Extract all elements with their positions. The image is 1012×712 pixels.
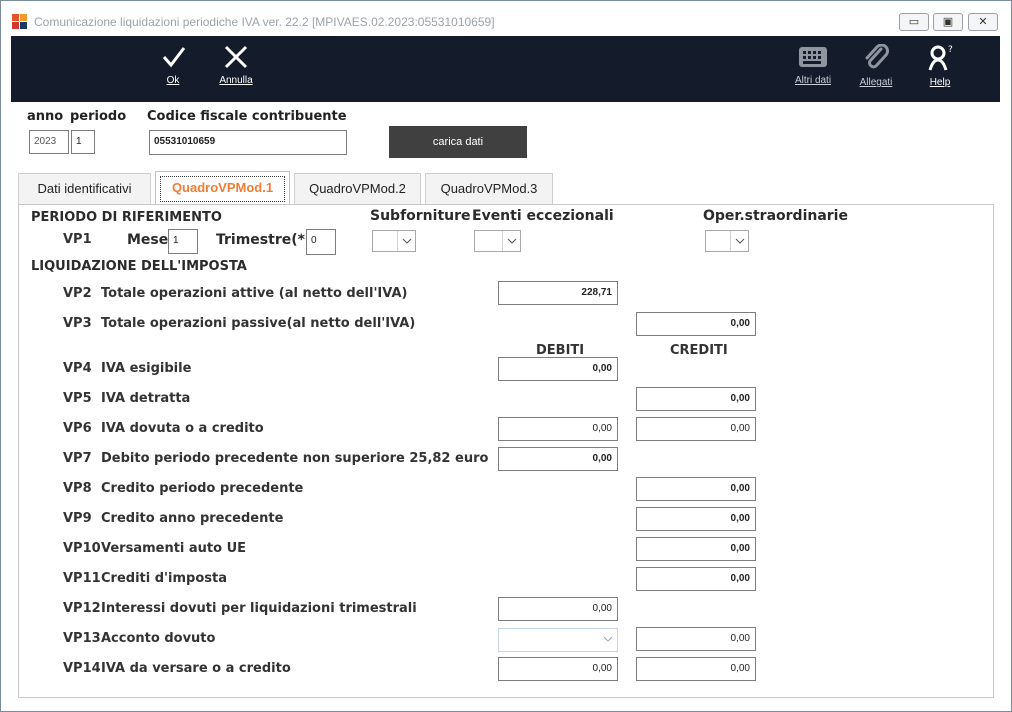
mese-input[interactable]: 1 (168, 229, 198, 254)
vp5-credit-input[interactable]: 0,00 (636, 387, 756, 411)
vp14-debit-input[interactable]: 0,00 (498, 657, 618, 681)
chevron-down-icon (507, 238, 517, 244)
minimize-button[interactable]: ▭ (899, 13, 929, 31)
chevron-down-icon (402, 238, 412, 244)
close-icon (224, 45, 248, 69)
help-label: Help (929, 77, 951, 88)
oper-straordinarie-select[interactable] (705, 230, 749, 252)
app-logo-icon (12, 14, 28, 30)
vp5-description: IVA detratta (101, 391, 191, 406)
vp4-description: IVA esigibile (101, 361, 192, 376)
vp6-debit-input[interactable]: 0,00 (498, 417, 618, 441)
attachments-label: Allegati (859, 77, 893, 88)
eventi-eccezionali-label: Eventi eccezionali (472, 208, 614, 224)
window-title: Comunicazione liquidazioni periodiche IV… (34, 15, 495, 29)
vp2-debit-input[interactable]: 228,71 (498, 281, 618, 305)
vp9-code: VP9 (63, 511, 92, 526)
vp10-credit-input[interactable]: 0,00 (636, 537, 756, 561)
crediti-column-header: CREDITI (670, 343, 728, 358)
vp14-credit-input[interactable]: 0,00 (636, 657, 756, 681)
vp13-code: VP13 (63, 631, 101, 646)
ok-label: Ok (166, 75, 180, 86)
other-data-label: Altri dati (794, 75, 832, 86)
subforniture-select[interactable] (372, 230, 416, 252)
vp4-debit-input[interactable]: 0,00 (498, 357, 618, 381)
vp6-credit-input[interactable]: 0,00 (636, 417, 756, 441)
help-user-icon: ? (928, 45, 953, 71)
periodo-field[interactable]: 1 (71, 130, 95, 154)
vp8-description: Credito periodo precedente (101, 481, 304, 496)
trimestre-label: Trimestre(*) (216, 232, 312, 248)
paperclip-icon (865, 44, 889, 69)
attachments-button[interactable]: Allegati (856, 44, 896, 98)
vp12-description: Interessi dovuti per liquidazioni trimes… (101, 601, 417, 616)
mese-label: Mese (127, 232, 169, 248)
vp3-credit-input[interactable]: 0,00 (636, 312, 756, 336)
anno-label: anno (27, 109, 64, 124)
vp8-code: VP8 (63, 481, 92, 496)
vp11-credit-input[interactable]: 0,00 (636, 567, 756, 591)
period-section-title: PERIODO DI RIFERIMENTO (31, 210, 222, 225)
vp7-description: Debito periodo precedente non superiore … (101, 451, 489, 466)
keypad-icon (799, 47, 827, 67)
chevron-down-icon (735, 238, 745, 244)
vp12-code: VP12 (63, 601, 101, 616)
codice-fiscale-label: Codice fiscale contribuente (147, 109, 347, 124)
vp14-description: IVA da versare o a credito (101, 661, 291, 676)
trimestre-input[interactable]: 0 (306, 229, 336, 255)
vp6-code: VP6 (63, 421, 92, 436)
vp2-code: VP2 (63, 286, 92, 301)
vp14-code: VP14 (63, 661, 101, 676)
checkmark-icon (162, 47, 186, 68)
vp4-code: VP4 (63, 361, 92, 376)
vp12-debit-input[interactable]: 0,00 (498, 597, 618, 621)
vp13-description: Acconto dovuto (101, 631, 216, 646)
maximize-button[interactable]: ▣ (933, 13, 963, 31)
subforniture-label: Subforniture (370, 208, 471, 224)
tab-quadro-vp-mod-1[interactable]: QuadroVPMod.1 (155, 171, 290, 205)
app-window: Comunicazione liquidazioni periodiche IV… (0, 0, 1012, 712)
vp7-code: VP7 (63, 451, 92, 466)
tab-quadro-vp-mod-3[interactable]: QuadroVPMod.3 (425, 173, 553, 205)
vp11-code: VP11 (63, 571, 101, 586)
eventi-eccezionali-select[interactable] (474, 230, 521, 252)
vp8-credit-input[interactable]: 0,00 (636, 477, 756, 501)
vp9-credit-input[interactable]: 0,00 (636, 507, 756, 531)
vp5-code: VP5 (63, 391, 92, 406)
vp3-code: VP3 (63, 316, 92, 331)
vp9-description: Credito anno precedente (101, 511, 284, 526)
other-data-button[interactable]: Altri dati (791, 44, 835, 98)
help-button[interactable]: ? Help (927, 44, 953, 98)
debiti-column-header: DEBITI (536, 343, 585, 358)
toolbar: Ok Annulla Altri dati Allegati ? Help (11, 36, 1000, 102)
svg-text:?: ? (948, 45, 953, 55)
tab-quadro-vp-mod-2[interactable]: QuadroVPMod.2 (294, 173, 421, 205)
anno-field[interactable]: 2023 (29, 130, 69, 154)
codice-fiscale-input[interactable]: 05531010659 (149, 130, 347, 155)
vp3-description: Totale operazioni passive(al netto dell'… (101, 316, 416, 331)
vp2-description: Totale operazioni attive (al netto dell'… (101, 286, 408, 301)
oper-straordinarie-label: Oper.straordinarie (703, 208, 848, 224)
ok-button[interactable]: Ok (161, 44, 186, 98)
tab-dati-identificativi[interactable]: Dati identificativi (18, 173, 151, 205)
vp6-description: IVA dovuta o a credito (101, 421, 264, 436)
cancel-label: Annulla (219, 75, 253, 86)
vp1-code: VP1 (63, 232, 92, 247)
title-bar: Comunicazione liquidazioni periodiche IV… (1, 1, 1011, 35)
liquidation-section-title: LIQUIDAZIONE DELL'IMPOSTA (31, 259, 247, 274)
chevron-down-icon (603, 636, 613, 642)
vp13-debit-select[interactable] (498, 628, 618, 652)
vp10-code: VP10 (63, 541, 101, 556)
vp7-debit-input[interactable]: 0,00 (498, 447, 618, 471)
vp11-description: Crediti d'imposta (101, 571, 227, 586)
close-window-button[interactable]: ✕ (968, 13, 998, 31)
vp10-description: Versamenti auto UE (101, 541, 247, 556)
cancel-button[interactable]: Annulla (216, 44, 256, 98)
load-data-button[interactable]: carica dati (389, 126, 527, 158)
periodo-label: periodo (70, 109, 127, 124)
vp13-credit-input[interactable]: 0,00 (636, 627, 756, 651)
